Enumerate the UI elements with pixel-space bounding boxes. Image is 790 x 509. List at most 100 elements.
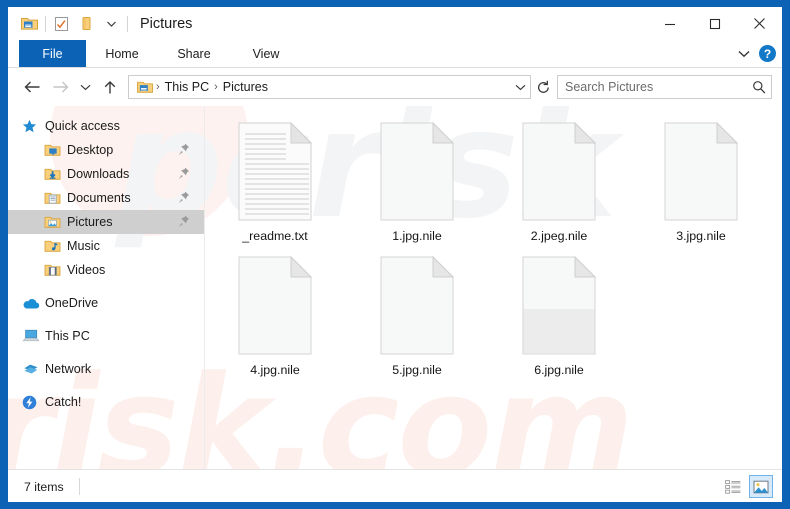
file-label: 4.jpg.nile xyxy=(250,363,300,377)
file-label: 2.jpeg.nile xyxy=(530,229,588,243)
pin-icon-downloads[interactable] xyxy=(178,167,190,185)
file-label: 6.jpg.nile xyxy=(534,363,584,377)
blank-document-icon xyxy=(522,256,596,362)
item-count: 7 items xyxy=(24,479,64,494)
file-label: 1.jpg.nile xyxy=(392,229,442,243)
window-controls xyxy=(647,7,782,40)
file-item-4[interactable]: 4.jpg.nile xyxy=(204,252,346,386)
status-separator xyxy=(78,478,80,495)
sidebar-item-downloads[interactable]: Downloads xyxy=(8,162,204,186)
sidebar-item-pictures[interactable]: Pictures xyxy=(8,210,204,234)
network-icon xyxy=(22,362,42,376)
tab-view[interactable]: View xyxy=(230,40,302,67)
sidebar-item-onedrive[interactable]: OneDrive xyxy=(8,291,204,315)
maximize-button[interactable] xyxy=(692,7,737,40)
search-icon[interactable] xyxy=(747,80,771,94)
star-icon xyxy=(22,119,42,134)
blank-document-icon xyxy=(522,122,596,228)
toolbar-separator-2 xyxy=(127,15,128,32)
explorer-icon[interactable] xyxy=(17,13,42,35)
sidebar-label-downloads: Downloads xyxy=(67,167,130,181)
sidebar-gap-4 xyxy=(8,381,204,390)
explorer-window: Pictures File Home Share View ? › This P… xyxy=(8,7,782,502)
sidebar-label-quick-access: Quick access xyxy=(45,119,120,133)
sidebar-item-this-pc[interactable]: This PC xyxy=(8,324,204,348)
tab-file[interactable]: File xyxy=(19,40,86,67)
title-bar: Pictures xyxy=(8,7,782,40)
sidebar-item-catch[interactable]: Catch! xyxy=(8,390,204,414)
customize-chevron-icon[interactable] xyxy=(99,13,124,35)
this-pc-icon xyxy=(22,329,42,343)
address-bar[interactable]: › This PC › Pictures xyxy=(128,75,531,99)
blank-document-icon xyxy=(664,122,738,228)
details-view-button[interactable] xyxy=(721,475,745,498)
sidebar-gap-2 xyxy=(8,315,204,324)
large-icons-view-button[interactable] xyxy=(749,475,773,498)
pin-icon-pictures[interactable] xyxy=(178,215,190,233)
sidebar-item-documents[interactable]: Documents xyxy=(8,186,204,210)
sidebar-label-this-pc: This PC xyxy=(45,329,90,343)
file-item-5[interactable]: 5.jpg.nile xyxy=(346,252,488,386)
file-item-2[interactable]: 2.jpeg.nile xyxy=(488,118,630,252)
search-box[interactable] xyxy=(557,75,772,99)
forward-button[interactable] xyxy=(46,73,74,101)
toolbar-separator xyxy=(45,15,46,32)
folder-desktop-icon xyxy=(44,143,64,157)
address-dropdown-chevron-icon[interactable] xyxy=(510,84,530,91)
back-button[interactable] xyxy=(18,73,46,101)
help-icon[interactable]: ? xyxy=(759,45,776,62)
expand-ribbon-chevron-icon[interactable] xyxy=(738,45,750,63)
minimize-button[interactable] xyxy=(647,7,692,40)
file-row: 4.jpg.nile 5.jpg.nile 6.jpg.nile xyxy=(204,252,782,386)
file-item-6[interactable]: 6.jpg.nile xyxy=(488,252,630,386)
onedrive-cloud-icon xyxy=(22,297,42,310)
up-button[interactable] xyxy=(96,73,124,101)
file-row: _readme.txt 1.jpg.nile 2.jpeg.nile 3.jpg… xyxy=(204,118,782,252)
breadcrumb-folder-icon xyxy=(134,80,155,94)
file-item-3[interactable]: 3.jpg.nile xyxy=(630,118,772,252)
window-frame: Pictures File Home Share View ? › This P… xyxy=(0,0,790,509)
sidebar-label-catch: Catch! xyxy=(45,395,82,409)
ribbon-tab-strip: File Home Share View ? xyxy=(8,40,782,68)
file-label: 3.jpg.nile xyxy=(676,229,726,243)
sidebar-gap-3 xyxy=(8,348,204,357)
folder-pictures-icon xyxy=(44,215,64,229)
sidebar-label-desktop: Desktop xyxy=(67,143,114,157)
sidebar-label-network: Network xyxy=(45,362,92,376)
refresh-button[interactable] xyxy=(531,75,555,99)
file-item-readme[interactable]: _readme.txt xyxy=(204,118,346,252)
file-item-1[interactable]: 1.jpg.nile xyxy=(346,118,488,252)
breadcrumb-pictures[interactable]: Pictures xyxy=(219,80,272,94)
pin-icon-documents[interactable] xyxy=(178,191,190,209)
sidebar-item-videos[interactable]: Videos xyxy=(8,258,204,282)
search-input[interactable] xyxy=(558,79,747,95)
file-cell-empty xyxy=(630,252,772,386)
ribbon-right-controls: ? xyxy=(738,40,776,67)
sidebar-item-network[interactable]: Network xyxy=(8,357,204,381)
folder-music-icon xyxy=(44,239,64,253)
sidebar-item-desktop[interactable]: Desktop xyxy=(8,138,204,162)
navigation-pane: Quick access Desktop Downloads Documents… xyxy=(8,106,204,469)
blank-document-icon xyxy=(380,122,454,228)
address-bar-row: › This PC › Pictures xyxy=(8,68,782,106)
folder-downloads-icon xyxy=(44,167,64,181)
window-title: Pictures xyxy=(140,15,193,32)
file-list[interactable]: _readme.txt 1.jpg.nile 2.jpeg.nile 3.jpg… xyxy=(204,106,782,469)
sidebar-label-onedrive: OneDrive xyxy=(45,296,99,310)
catch-lightning-icon xyxy=(22,395,42,410)
properties-icon[interactable] xyxy=(49,13,74,35)
tab-share[interactable]: Share xyxy=(158,40,230,67)
close-button[interactable] xyxy=(737,7,782,40)
file-label: 5.jpg.nile xyxy=(392,363,442,377)
recent-locations-chevron-icon[interactable] xyxy=(74,73,96,101)
folder-documents-icon xyxy=(44,191,64,205)
sidebar-item-quick-access[interactable]: Quick access xyxy=(8,114,204,138)
sidebar-item-music[interactable]: Music xyxy=(8,234,204,258)
status-bar: 7 items xyxy=(8,469,782,502)
breadcrumb: › This PC › Pictures xyxy=(129,80,510,94)
pin-icon-desktop[interactable] xyxy=(178,143,190,161)
sidebar-label-music: Music xyxy=(67,239,100,253)
tab-home[interactable]: Home xyxy=(86,40,158,67)
new-folder-icon[interactable] xyxy=(74,13,99,35)
breadcrumb-this-pc[interactable]: This PC xyxy=(161,80,213,94)
